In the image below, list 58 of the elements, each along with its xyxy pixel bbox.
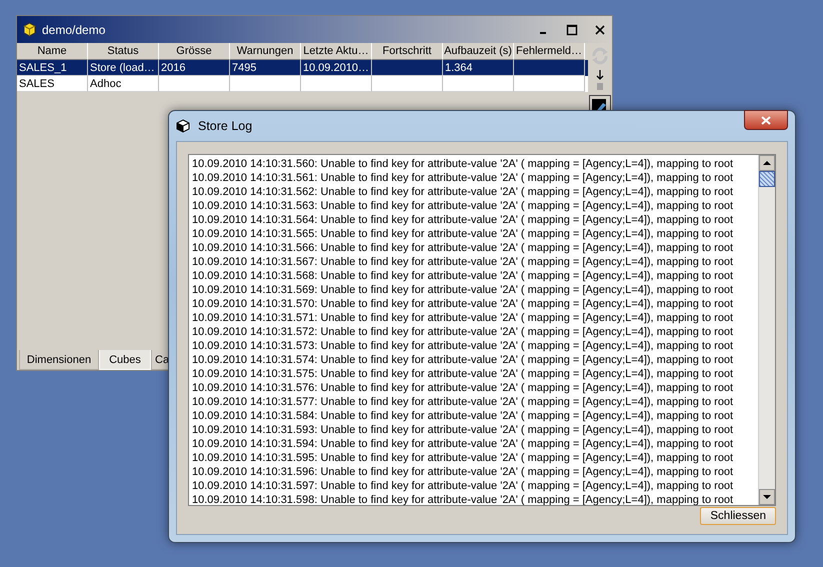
log-line: 10.09.2010 14:10:31.572: Unable to find key for attribute-value '2A' ( mapping = [Agency;L=4]), mapping to root [192,325,734,339]
log-line: 10.09.2010 14:10:31.562: Unable to find key for attribute-value '2A' ( mapping = [Agency;L=4]), mapping to root [192,185,734,199]
log-area[interactable] [188,154,776,506]
log-line: 10.09.2010 14:10:31.567: Unable to find key for attribute-value '2A' ( mapping = [Agency;L=4]), mapping to root [192,255,734,269]
scroll-down-icon[interactable] [759,489,775,505]
tab[interactable]: Cubes [99,350,151,370]
table-cell: 1.364 [445,62,473,74]
cube-icon [23,22,36,37]
log-line: 10.09.2010 14:10:31.566: Unable to find key for attribute-value '2A' ( mapping = [Agency;L=4]), mapping to root [192,241,734,255]
log-line: 10.09.2010 14:10:31.574: Unable to find key for attribute-value '2A' ( mapping = [Agency;L=4]), mapping to root [192,353,734,367]
table-cell: Adhoc [90,78,122,90]
scrollbar[interactable] [758,155,775,505]
column-header[interactable]: Aufbauzeit (s) [443,43,514,60]
column-header[interactable]: Status [88,43,159,60]
column-header[interactable]: Fortschritt [372,43,443,60]
log-line: 10.09.2010 14:10:31.568: Unable to find key for attribute-value '2A' ( mapping = [Agency;L=4]), mapping to root [192,269,734,283]
log-line: 10.09.2010 14:10:31.595: Unable to find key for attribute-value '2A' ( mapping = [Agency;L=4]), mapping to root [192,451,734,465]
download-icon[interactable] [594,69,606,91]
table-cell: SALES [19,78,54,90]
column-header[interactable]: Letzte Aktu… [301,43,372,60]
window-title: demo/demo [42,22,106,36]
log-line: 10.09.2010 14:10:31.569: Unable to find key for attribute-value '2A' ( mapping = [Agency;L=4]), mapping to root [192,283,734,297]
column-header[interactable]: Fehlermeld… [514,43,585,60]
close-icon[interactable] [594,24,606,36]
column-header[interactable]: Name [17,43,88,60]
log-line: 10.09.2010 14:10:31.575: Unable to find key for attribute-value '2A' ( mapping = [Agency;L=4]), mapping to root [192,367,734,381]
log-line: 10.09.2010 14:10:31.560: Unable to find key for attribute-value '2A' ( mapping = [Agency;L=4]), mapping to root [192,157,734,171]
log-line: 10.09.2010 14:10:31.564: Unable to find key for attribute-value '2A' ( mapping = [Agency;L=4]), mapping to root [192,213,734,227]
cube-icon [176,119,190,133]
scroll-up-icon[interactable] [759,155,775,171]
log-line: 10.09.2010 14:10:31.597: Unable to find key for attribute-value '2A' ( mapping = [Agency;L=4]), mapping to root [192,479,734,493]
close-button[interactable] [744,110,788,130]
maximize-icon[interactable] [566,24,578,36]
table-cell: 2016 [161,62,186,74]
table-cell: Store (load… [90,62,155,74]
column-header[interactable]: Grösse [159,43,230,60]
log-line: 10.09.2010 14:10:31.596: Unable to find key for attribute-value '2A' ( mapping = [Agency;L=4]), mapping to root [192,465,734,479]
scroll-thumb[interactable] [759,171,775,187]
log-line: 10.09.2010 14:10:31.584: Unable to find key for attribute-value '2A' ( mapping = [Agency;L=4]), mapping to root [192,409,734,423]
log-line: 10.09.2010 14:10:31.594: Unable to find key for attribute-value '2A' ( mapping = [Agency;L=4]), mapping to root [192,437,734,451]
table-row[interactable]: SALES_1 Store (load… 2016 7495 10.09.2010… 1.364 [17,60,588,76]
dialog-title: Store Log [198,119,254,133]
log-line: 10.09.2010 14:10:31.570: Unable to find key for attribute-value '2A' ( mapping = [Agency;L=4]), mapping to root [192,297,734,311]
table-cell: 7495 [232,62,256,74]
log-line: 10.09.2010 14:10:31.577: Unable to find key for attribute-value '2A' ( mapping = [Agency;L=4]), mapping to root [192,395,734,409]
column-header[interactable]: Warnungen [230,43,301,60]
table-cell: SALES_1 [19,62,67,74]
log-line: 10.09.2010 14:10:31.573: Unable to find key for attribute-value '2A' ( mapping = [Agency;L=4]), mapping to root [192,339,734,353]
log-line: 10.09.2010 14:10:31.571: Unable to find key for attribute-value '2A' ( mapping = [Agency;L=4]), mapping to root [192,311,734,325]
table-row[interactable]: SALES Adhoc [17,76,588,92]
log-line: 10.09.2010 14:10:31.563: Unable to find key for attribute-value '2A' ( mapping = [Agency;L=4]), mapping to root [192,199,734,213]
table-cell: 10.09.2010… [303,62,370,74]
log-line: 10.09.2010 14:10:31.576: Unable to find key for attribute-value '2A' ( mapping = [Agency;L=4]), mapping to root [192,381,734,395]
log-line: 10.09.2010 14:10:31.593: Unable to find key for attribute-value '2A' ( mapping = [Agency;L=4]), mapping to root [192,423,734,437]
log-line: 10.09.2010 14:10:31.598: Unable to find key for attribute-value '2A' ( mapping = [Agency;L=4]), mapping to root [192,493,734,505]
close-dialog-button[interactable]: Schliessen [700,507,776,525]
log-line: 10.09.2010 14:10:31.565: Unable to find key for attribute-value '2A' ( mapping = [Agency;L=4]), mapping to root [192,227,734,241]
log-line: 10.09.2010 14:10:31.561: Unable to find key for attribute-value '2A' ( mapping = [Agency;L=4]), mapping to root [192,171,734,185]
